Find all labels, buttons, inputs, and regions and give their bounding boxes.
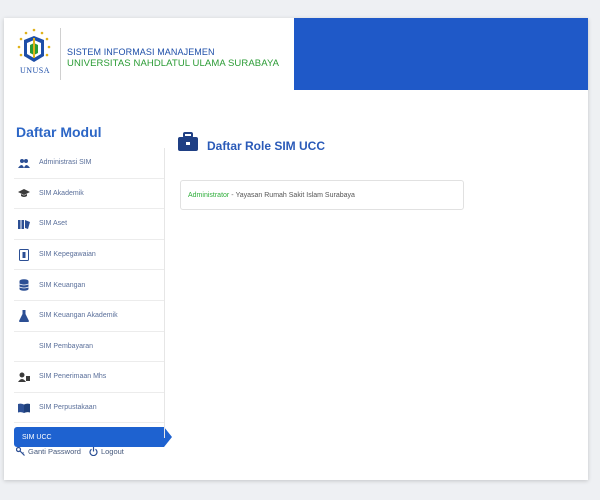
change-password-link[interactable]: Ganti Password: [16, 447, 81, 456]
sidebar-item-sim-perpustakaan[interactable]: SIM Perpustakaan: [14, 393, 164, 424]
system-title: SISTEM INFORMASI MANAJEMEN: [67, 47, 215, 57]
database-icon: [17, 278, 31, 292]
module-menu: Administrasi SIM SIM Akademik SIM Aset S…: [14, 148, 172, 448]
sidebar-item-label: SIM Akademik: [39, 189, 84, 197]
role-name-link[interactable]: Administrator: [188, 192, 229, 199]
id-card-icon: [17, 248, 31, 262]
sidebar-item-label: SIM Kepegawaian: [39, 251, 96, 259]
page-title: Daftar Role SIM UCC: [207, 139, 326, 153]
header: UNUSA SISTEM INFORMASI MANAJEMEN UNIVERS…: [4, 18, 588, 90]
payment-icon: [17, 339, 31, 353]
university-name: UNIVERSITAS NAHDLATUL ULAMA SURABAYA: [67, 58, 280, 69]
power-icon: [89, 447, 98, 456]
sidebar-item-sim-keuangan-akademik[interactable]: SIM Keuangan Akademik: [14, 301, 164, 332]
sidebar-item-label: Administrasi SIM: [39, 159, 92, 167]
sidebar-item-sim-keuangan[interactable]: SIM Keuangan: [14, 270, 164, 301]
sidebar-item-sim-aset[interactable]: SIM Aset: [14, 209, 164, 240]
role-card: Administrator - Yayasan Rumah Sakit Isla…: [180, 180, 464, 210]
logout-link[interactable]: Logout: [89, 447, 124, 456]
logout-label: Logout: [100, 447, 124, 456]
logo-caption: UNUSA: [19, 66, 51, 75]
sidebar-item-label: SIM Perpustakaan: [39, 404, 97, 412]
book-icon: [17, 401, 31, 415]
briefcase-icon: [178, 132, 198, 151]
sidebar-item-administrasi-sim[interactable]: Administrasi SIM: [14, 148, 164, 179]
assets-icon: [17, 217, 31, 231]
sidebar-title: Daftar Modul: [16, 124, 102, 140]
sidebar-item-sim-pembayaran[interactable]: SIM Pembayaran: [14, 332, 164, 363]
role-organization: Yayasan Rumah Sakit Islam Surabaya: [235, 191, 355, 199]
sidebar-divider: [164, 148, 165, 438]
logo-divider: [60, 28, 61, 80]
role-separator: -: [231, 191, 234, 199]
admin-users-icon: [17, 156, 31, 170]
sidebar-item-label: SIM Keuangan: [39, 281, 86, 289]
sidebar-item-label: SIM Pembayaran: [39, 342, 94, 350]
sidebar-item-sim-penerimaan-mhs[interactable]: SIM Penerimaan Mhs: [14, 362, 164, 393]
sidebar-item-label: SIM Penerimaan Mhs: [39, 373, 107, 381]
change-password-label: Ganti Password: [28, 447, 81, 456]
flask-icon: [17, 309, 31, 323]
account-links: Ganti Password Logout: [16, 447, 132, 456]
sidebar-item-sim-akademik[interactable]: SIM Akademik: [14, 179, 164, 210]
register-icon: [17, 370, 31, 384]
header-banner: [294, 18, 588, 90]
sidebar-item-label: SIM Keuangan Akademik: [39, 312, 118, 320]
sidebar-item-sim-ucc[interactable]: SIM UCC: [14, 427, 172, 448]
key-icon: [16, 447, 25, 456]
graduation-cap-icon: [17, 186, 31, 200]
sidebar-item-label: SIM Aset: [39, 220, 68, 228]
sidebar-item-label: SIM UCC: [22, 433, 52, 441]
app-window: UNUSA SISTEM INFORMASI MANAJEMEN UNIVERS…: [4, 18, 588, 480]
sidebar-item-sim-kepegawaian[interactable]: SIM Kepegawaian: [14, 240, 164, 271]
